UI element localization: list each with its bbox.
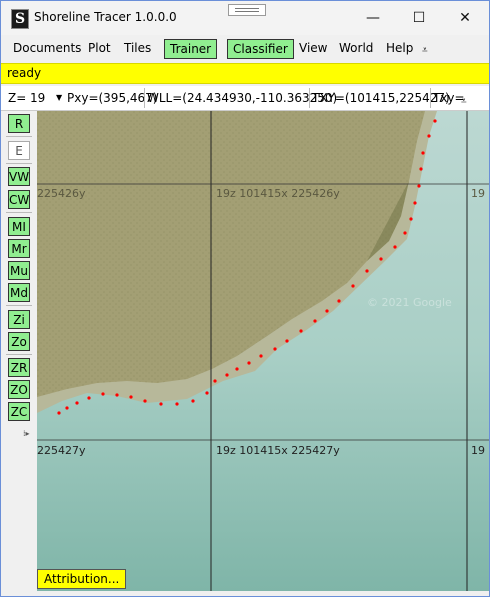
tool-strip: R E VW CW MI Mr Mu Md Zi Zo ZR ZO ZC ⁞▸ bbox=[3, 111, 34, 591]
tool-button-mr[interactable]: Mr bbox=[8, 239, 30, 258]
classifier-button[interactable]: Classifier bbox=[227, 39, 294, 59]
menu-overflow-icon[interactable]: ⩡ bbox=[422, 45, 428, 56]
zoom-value: 19 bbox=[30, 91, 46, 105]
tool-button-zo[interactable]: Zo bbox=[8, 332, 30, 351]
app-window: S Shoreline Tracer 1.0.0.0 — ☐ ✕ Documen… bbox=[0, 0, 490, 597]
trace-point bbox=[143, 399, 147, 403]
trace-point bbox=[65, 406, 69, 410]
tile-label: 19z 101415x 225427y bbox=[216, 444, 340, 457]
trace-point bbox=[247, 361, 251, 365]
trace-point bbox=[351, 284, 355, 288]
satellite-map: 225426y 19z 101415x 225426y 19 225427y 1… bbox=[37, 111, 489, 591]
tile-label: 225427y bbox=[37, 444, 86, 457]
tool-button-mu[interactable]: Mu bbox=[8, 261, 30, 280]
trace-point bbox=[419, 167, 423, 171]
close-button[interactable]: ✕ bbox=[442, 1, 488, 35]
trace-point bbox=[235, 367, 239, 371]
tool-button-md[interactable]: Md bbox=[8, 283, 30, 302]
tile-label: 19 bbox=[471, 444, 485, 457]
trace-point bbox=[75, 401, 79, 405]
menu-tiles[interactable]: Tiles bbox=[124, 41, 151, 55]
trace-point bbox=[379, 257, 383, 261]
trace-point bbox=[259, 354, 263, 358]
trace-point bbox=[325, 309, 329, 313]
trace-point bbox=[213, 379, 217, 383]
tool-button-cw[interactable]: CW bbox=[8, 190, 30, 209]
divider bbox=[430, 88, 431, 108]
window-title: Shoreline Tracer 1.0.0.0 bbox=[34, 10, 177, 24]
divider bbox=[6, 212, 32, 213]
trace-point bbox=[365, 269, 369, 273]
map-view[interactable]: 225426y 19z 101415x 225426y 19 225427y 1… bbox=[37, 111, 489, 591]
map-watermark: © 2021 Google bbox=[367, 296, 452, 309]
tile-label: 19 bbox=[471, 187, 485, 200]
trace-point bbox=[285, 339, 289, 343]
menu-help[interactable]: Help bbox=[386, 41, 413, 55]
trace-point bbox=[225, 373, 229, 377]
attribution-button[interactable]: Attribution... bbox=[37, 569, 127, 589]
divider bbox=[6, 354, 32, 355]
status-bar: ready bbox=[1, 63, 489, 84]
tile-label: 225426y bbox=[37, 187, 86, 200]
tool-button-zo-alt[interactable]: ZO bbox=[8, 380, 30, 399]
tool-button-r[interactable]: R bbox=[8, 114, 30, 133]
menu-plot[interactable]: Plot bbox=[88, 41, 111, 55]
divider bbox=[6, 136, 32, 137]
trace-point bbox=[403, 231, 407, 235]
menu-bar: Documents Plot Tiles Trainer Classifier … bbox=[1, 37, 489, 61]
trace-point bbox=[87, 396, 91, 400]
trace-point bbox=[427, 134, 431, 138]
title-bar[interactable]: S Shoreline Tracer 1.0.0.0 — ☐ ✕ bbox=[1, 1, 489, 35]
tool-button-e[interactable]: E bbox=[8, 141, 30, 160]
trace-point bbox=[421, 151, 425, 155]
chevron-down-icon: ▼ bbox=[56, 93, 63, 102]
divider bbox=[309, 88, 310, 108]
trace-point bbox=[409, 217, 413, 221]
trainer-button[interactable]: Trainer bbox=[164, 39, 218, 59]
trace-point bbox=[57, 411, 61, 415]
zoom-select[interactable]: 19 ▼ bbox=[30, 86, 66, 110]
tool-button-vw[interactable]: VW bbox=[8, 167, 30, 186]
divider bbox=[6, 305, 32, 306]
tile-local-readout: Txy= bbox=[433, 91, 465, 105]
app-icon: S bbox=[11, 9, 29, 29]
trace-point bbox=[205, 391, 209, 395]
trace-point bbox=[417, 184, 421, 188]
trace-point bbox=[413, 201, 417, 205]
tool-button-zc[interactable]: ZC bbox=[8, 402, 30, 421]
trace-point bbox=[101, 392, 105, 396]
trace-point bbox=[115, 393, 119, 397]
trace-point bbox=[191, 399, 195, 403]
trace-point bbox=[159, 402, 163, 406]
minimize-button[interactable]: — bbox=[350, 1, 396, 35]
tool-button-zi[interactable]: Zi bbox=[8, 310, 30, 329]
menu-documents[interactable]: Documents bbox=[13, 41, 81, 55]
tile-label: 19z 101415x 225426y bbox=[216, 187, 340, 200]
trace-point bbox=[393, 245, 397, 249]
trace-point bbox=[273, 347, 277, 351]
zoom-label: Z= bbox=[8, 91, 27, 105]
trace-point bbox=[337, 299, 341, 303]
status-text: ready bbox=[7, 66, 42, 80]
trace-point bbox=[299, 329, 303, 333]
divider bbox=[144, 88, 145, 108]
trace-point bbox=[175, 402, 179, 406]
toolbar-overflow-icon[interactable]: ⁞▸ bbox=[23, 429, 30, 438]
tool-button-zr[interactable]: ZR bbox=[8, 358, 30, 377]
coordinate-bar: Z= 19 ▼ Pxy=(395,467) WLL=(24.434930,-11… bbox=[1, 86, 489, 111]
divider bbox=[6, 163, 32, 164]
maximize-button[interactable]: ☐ bbox=[396, 1, 442, 35]
trace-point bbox=[129, 395, 133, 399]
trace-point bbox=[313, 319, 317, 323]
menu-world[interactable]: World bbox=[339, 41, 373, 55]
trace-point bbox=[433, 119, 437, 123]
drag-grip-icon[interactable] bbox=[228, 4, 266, 16]
menu-view[interactable]: View bbox=[299, 41, 327, 55]
tool-button-mi[interactable]: MI bbox=[8, 217, 30, 236]
